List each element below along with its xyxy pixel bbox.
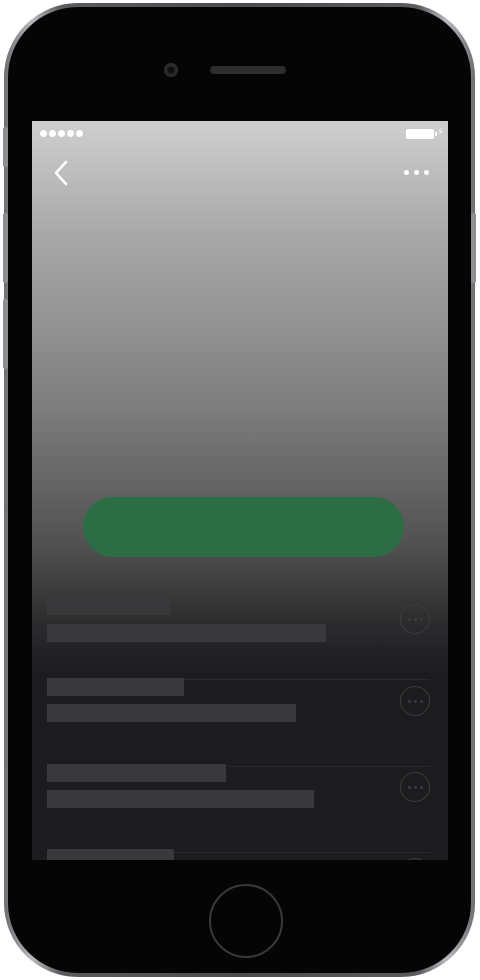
speaker-grille (210, 66, 286, 74)
list-item[interactable] (47, 763, 430, 853)
ellipsis-icon (404, 169, 409, 175)
power-button (471, 213, 476, 283)
more-circle-icon[interactable] (400, 772, 430, 802)
track-title-placeholder (47, 597, 170, 615)
list-item[interactable] (47, 677, 430, 767)
track-title-placeholder (47, 678, 184, 696)
more-circle-icon[interactable] (400, 858, 430, 860)
track-subtitle-placeholder (47, 704, 296, 722)
app-screen: ⚡ (32, 121, 448, 860)
more-options-button[interactable] (404, 166, 436, 178)
primary-play-button[interactable] (83, 497, 404, 557)
list-item[interactable] (47, 849, 430, 860)
back-button[interactable] (50, 159, 74, 187)
signal-dots-icon (40, 130, 83, 137)
home-button[interactable] (209, 884, 283, 958)
track-title-placeholder (47, 849, 174, 860)
chevron-left-icon (54, 160, 68, 186)
battery-icon (406, 129, 437, 139)
track-subtitle-placeholder (47, 624, 326, 642)
more-circle-icon[interactable] (400, 686, 430, 716)
more-circle-icon[interactable] (400, 604, 430, 634)
status-bar: ⚡ (32, 121, 448, 143)
list-item[interactable] (47, 591, 430, 680)
bolt-icon: ⚡ (436, 127, 444, 138)
track-title-placeholder (47, 764, 226, 782)
camera-icon (164, 63, 178, 77)
track-subtitle-placeholder (47, 790, 314, 808)
